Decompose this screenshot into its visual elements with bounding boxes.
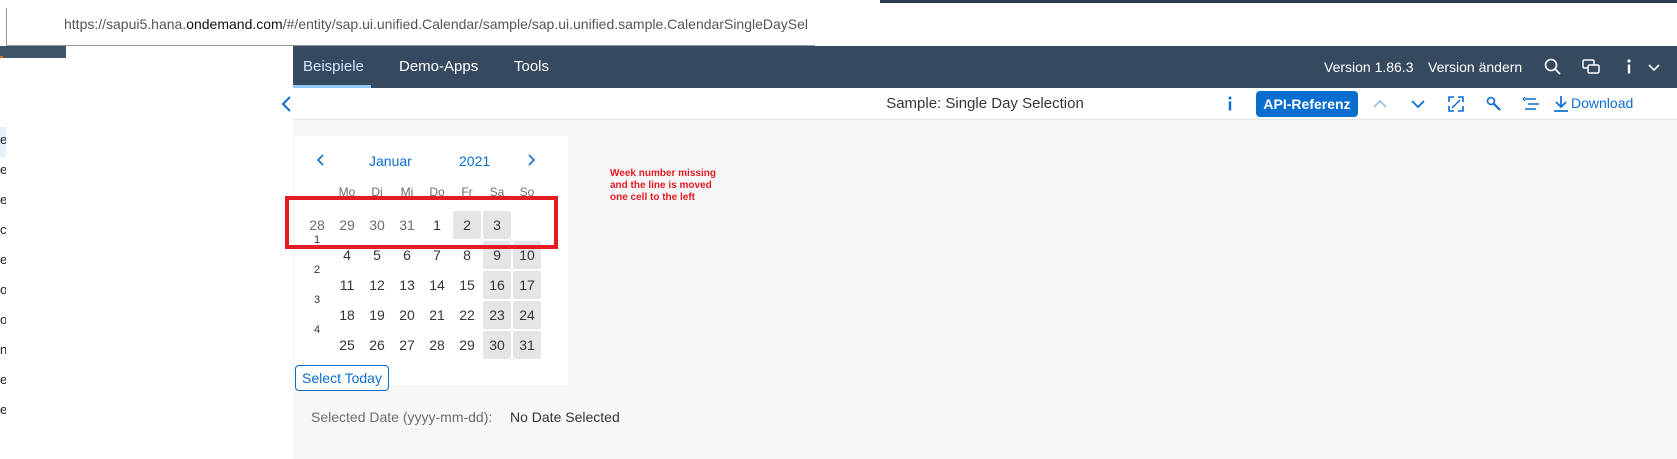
calendar-day[interactable]: 23 — [483, 301, 511, 329]
calendar-day[interactable]: 13 — [393, 271, 421, 299]
selected-date-value: No Date Selected — [510, 409, 620, 425]
browser-top-line — [880, 0, 1677, 3]
calendar-day[interactable]: 16 — [483, 271, 511, 299]
left-nav-item[interactable]: c — [0, 222, 6, 242]
download-icon[interactable] — [1551, 94, 1571, 114]
left-navigation-panel — [0, 58, 293, 459]
settings-wrench-icon[interactable] — [1484, 94, 1504, 114]
left-nav-item[interactable]: e — [0, 402, 6, 422]
info-icon[interactable] — [1618, 56, 1640, 78]
tab-demo-apps[interactable]: Demo-Apps — [399, 58, 478, 75]
url-host: ondemand.com — [186, 16, 283, 32]
left-nav-item[interactable]: e — [0, 132, 6, 152]
calendar-day[interactable]: 21 — [423, 301, 451, 329]
browser-url-bar: https://sapui5.hana.ondemand.com/#/entit… — [0, 0, 815, 46]
left-nav-item[interactable]: o — [0, 282, 6, 302]
chevron-down-icon[interactable] — [1408, 94, 1428, 114]
fullscreen-icon[interactable] — [1446, 94, 1466, 114]
calendar-day[interactable]: 15 — [453, 271, 481, 299]
selected-date-label: Selected Date (yyyy-mm-dd): — [311, 409, 493, 425]
left-nav-item[interactable]: e — [0, 372, 6, 392]
tab-beispiele[interactable]: Beispiele — [303, 58, 364, 75]
select-today-button[interactable]: Select Today — [295, 365, 389, 391]
download-link[interactable]: Download — [1571, 95, 1633, 111]
year-button[interactable]: 2021 — [459, 153, 490, 169]
search-icon[interactable] — [1542, 56, 1564, 78]
previous-month-icon[interactable] — [311, 150, 331, 170]
left-nav-item[interactable]: e — [0, 192, 6, 212]
shell-header: Beispiele Demo-Apps Tools Version 1.86.3… — [293, 46, 1677, 88]
app-window: https://sapui5.hana.ondemand.com/#/entit… — [0, 0, 1677, 459]
calendar-day[interactable]: 14 — [423, 271, 451, 299]
rtl-toggle-icon[interactable] — [1522, 94, 1542, 114]
calendar-day[interactable]: 20 — [393, 301, 421, 329]
calendar-day[interactable]: 12 — [363, 271, 391, 299]
calendar: Januar 2021 Mo Di Mi Do Fr Sa So 28 29 3… — [285, 136, 568, 385]
left-nav-item[interactable]: n — [0, 342, 6, 362]
change-version-link[interactable]: Version ändern — [1428, 59, 1522, 75]
calendar-day[interactable]: 31 — [513, 331, 541, 359]
calendar-day[interactable]: 30 — [483, 331, 511, 359]
calendar-day[interactable]: 27 — [393, 331, 421, 359]
month-button[interactable]: Januar — [369, 153, 412, 169]
version-label: Version 1.86.3 — [1324, 59, 1414, 75]
annotation-highlight-box — [285, 196, 558, 249]
feedback-icon[interactable] — [1580, 56, 1602, 78]
tab-tools[interactable]: Tools — [514, 58, 549, 75]
url-text[interactable]: https://sapui5.hana.ondemand.com/#/entit… — [64, 16, 808, 32]
chevron-up-icon[interactable] — [1370, 94, 1390, 114]
url-suffix: /#/entity/sap.ui.unified.Calendar/sample… — [282, 16, 808, 32]
left-nav-item[interactable]: e — [0, 162, 6, 182]
calendar-day[interactable]: 29 — [453, 331, 481, 359]
calendar-day[interactable]: 19 — [363, 301, 391, 329]
left-dark-strip — [0, 46, 66, 58]
week-number: 4 — [313, 324, 321, 336]
week-number: 2 — [313, 264, 321, 276]
next-month-icon[interactable] — [521, 150, 541, 170]
sample-title: Sample: Single Day Selection — [886, 95, 1084, 112]
api-reference-button[interactable]: API-Referenz — [1256, 91, 1358, 117]
calendar-day[interactable]: 28 — [423, 331, 451, 359]
calendar-day[interactable]: 22 — [453, 301, 481, 329]
calendar-day[interactable]: 24 — [513, 301, 541, 329]
week-number: 3 — [313, 294, 321, 306]
left-nav-item[interactable]: e — [0, 252, 6, 272]
calendar-day[interactable]: 25 — [333, 331, 361, 359]
left-nav-item[interactable]: o — [0, 312, 6, 332]
chevron-down-icon[interactable] — [1643, 56, 1665, 78]
calendar-day[interactable]: 18 — [333, 301, 361, 329]
calendar-day[interactable]: 11 — [333, 271, 361, 299]
info-icon[interactable] — [1220, 94, 1240, 114]
calendar-day[interactable]: 26 — [363, 331, 391, 359]
calendar-day[interactable]: 17 — [513, 271, 541, 299]
sample-header: Sample: Single Day Selection API-Referen… — [281, 88, 1677, 120]
annotation-note: Week number missing and the line is move… — [610, 168, 716, 203]
sample-content: Januar 2021 Mo Di Mi Do Fr Sa So 28 29 3… — [285, 120, 1677, 459]
url-prefix: https://sapui5.hana. — [64, 16, 187, 32]
